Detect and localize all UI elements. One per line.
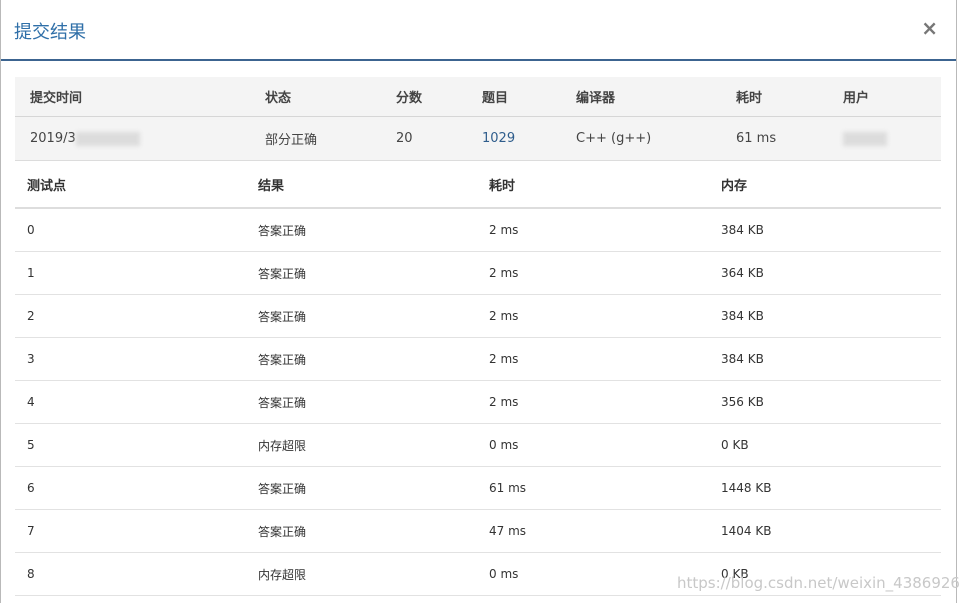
test-id: 0	[15, 208, 246, 252]
test-id: 3	[15, 337, 246, 381]
col-user: 用户	[843, 77, 941, 117]
user-cell	[843, 116, 941, 161]
table-row: 2 答案正确 2 ms 384 KB	[15, 294, 941, 338]
submit-time-value: 2019/3	[30, 131, 76, 146]
problem-link[interactable]: 1029	[482, 131, 515, 146]
col-compiler: 编译器	[576, 77, 736, 117]
col-memory: 内存	[709, 161, 941, 209]
submit-time-cell: 2019/3	[15, 116, 265, 161]
test-time: 2 ms	[477, 380, 709, 424]
redacted-user-blur	[843, 131, 887, 146]
col-score: 分数	[396, 77, 482, 117]
test-memory: 384 KB	[709, 337, 941, 381]
col-result: 结果	[246, 161, 477, 209]
test-time: 47 ms	[477, 509, 709, 553]
test-time: 2 ms	[477, 251, 709, 295]
test-result: 答案正确	[246, 509, 477, 553]
test-id: 4	[15, 380, 246, 424]
table-row: 5 内存超限 0 ms 0 KB	[15, 423, 941, 467]
test-id: 8	[15, 552, 246, 596]
test-time: 0 ms	[477, 552, 709, 596]
test-time: 0 ms	[477, 423, 709, 467]
test-time: 2 ms	[477, 294, 709, 338]
col-submit-time: 提交时间	[15, 77, 265, 117]
col-time: 耗时	[477, 161, 709, 209]
elapsed-value: 61 ms	[736, 116, 843, 161]
test-time: 2 ms	[477, 337, 709, 381]
test-id: 6	[15, 466, 246, 510]
col-elapsed: 耗时	[736, 77, 843, 117]
status-value: 部分正确	[265, 116, 396, 161]
test-memory: 384 KB	[709, 208, 941, 252]
test-result: 内存超限	[246, 423, 477, 467]
test-result: 答案正确	[246, 208, 477, 252]
test-result: 答案正确	[246, 380, 477, 424]
test-result: 答案正确	[246, 466, 477, 510]
test-result: 答案正确	[246, 294, 477, 338]
test-time: 2 ms	[477, 208, 709, 252]
test-memory: 0 KB	[709, 552, 941, 596]
table-row: 0 答案正确 2 ms 384 KB	[15, 208, 941, 252]
submission-summary-table: 提交时间 状态 分数 题目 编译器 耗时 用户 2019/3 部分正确 20 1…	[15, 77, 941, 161]
test-memory: 0 KB	[709, 423, 941, 467]
test-memory: 364 KB	[709, 251, 941, 295]
table-row: 8 内存超限 0 ms 0 KB	[15, 552, 941, 596]
col-problem: 题目	[482, 77, 576, 117]
table-row: 4 答案正确 2 ms 356 KB	[15, 380, 941, 424]
test-id: 2	[15, 294, 246, 338]
test-result: 答案正确	[246, 337, 477, 381]
test-memory: 1448 KB	[709, 466, 941, 510]
test-result: 内存超限	[246, 552, 477, 596]
redacted-time-blur	[75, 131, 140, 146]
cases-header-row: 测试点 结果 耗时 内存	[15, 161, 941, 209]
table-row: 1 答案正确 2 ms 364 KB	[15, 251, 941, 295]
test-cases-table: 测试点 结果 耗时 内存 0 答案正确 2 ms 384 KB 1 答案正确 2…	[15, 161, 941, 596]
test-id: 1	[15, 251, 246, 295]
col-test-point: 测试点	[15, 161, 246, 209]
dialog-header: 提交结果 ×	[1, 0, 956, 61]
summary-row: 2019/3 部分正确 20 1029 C++ (g++) 61 ms	[15, 116, 941, 161]
summary-header-row: 提交时间 状态 分数 题目 编译器 耗时 用户	[15, 77, 941, 117]
table-row: 6 答案正确 61 ms 1448 KB	[15, 466, 941, 510]
col-status: 状态	[265, 77, 396, 117]
test-id: 7	[15, 509, 246, 553]
compiler-value: C++ (g++)	[576, 116, 736, 161]
problem-cell: 1029	[482, 116, 576, 161]
submission-result-dialog: 提交结果 × 提交时间 状态 分数 题目 编译器 耗时 用户 2019/3 部分…	[0, 0, 959, 603]
test-result: 答案正确	[246, 251, 477, 295]
test-memory: 1404 KB	[709, 509, 941, 553]
table-row: 3 答案正确 2 ms 384 KB	[15, 337, 941, 381]
test-id: 5	[15, 423, 246, 467]
test-memory: 356 KB	[709, 380, 941, 424]
table-row: 7 答案正确 47 ms 1404 KB	[15, 509, 941, 553]
test-time: 61 ms	[477, 466, 709, 510]
dialog-title: 提交结果	[14, 22, 86, 43]
score-value: 20	[396, 116, 482, 161]
test-memory: 384 KB	[709, 294, 941, 338]
close-icon[interactable]: ×	[921, 16, 938, 40]
